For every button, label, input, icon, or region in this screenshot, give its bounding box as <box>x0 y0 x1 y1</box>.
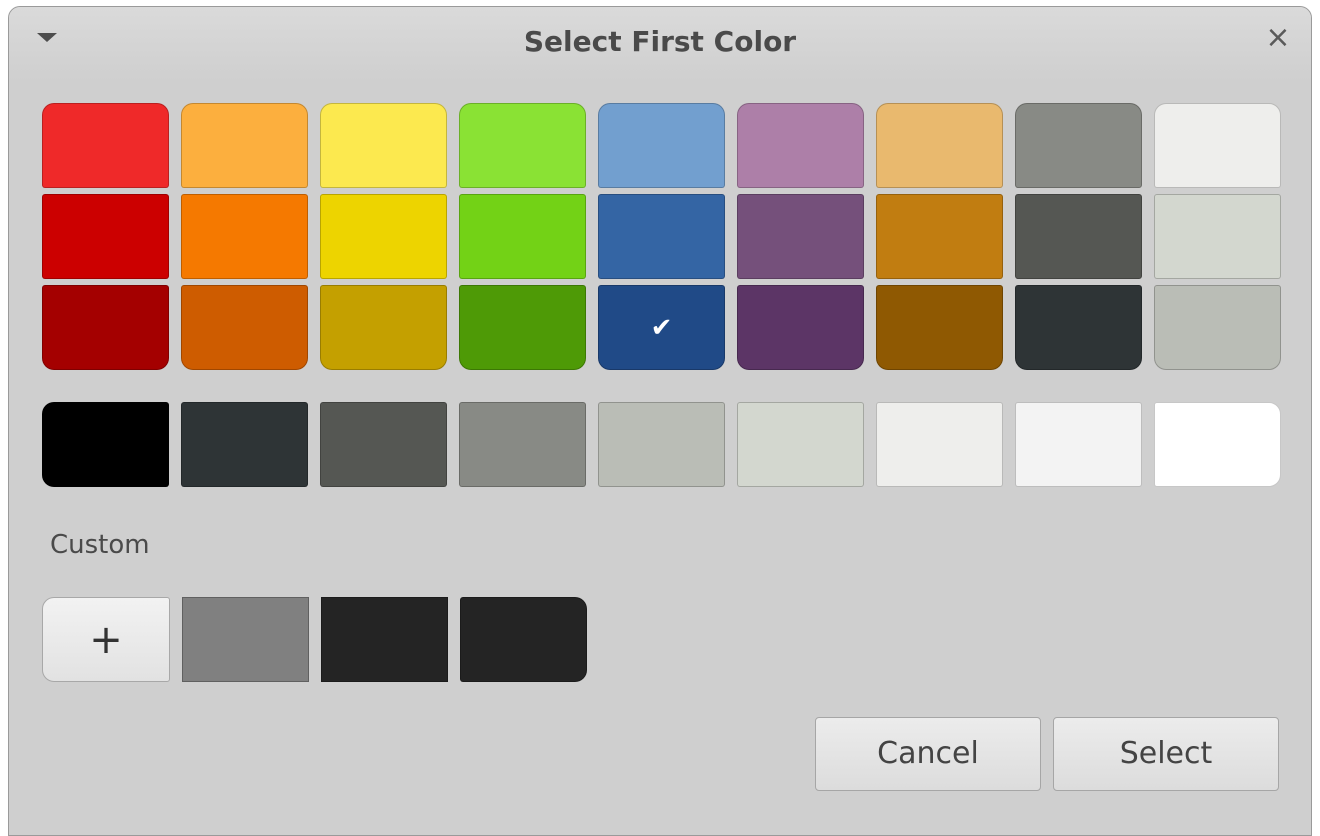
grayscale-palette <box>42 402 1281 487</box>
color-swatch[interactable] <box>459 103 586 188</box>
dialog-title: Select First Color <box>523 25 797 58</box>
color-swatch[interactable] <box>1015 285 1142 370</box>
selected-check-icon: ✔ <box>650 312 673 343</box>
gray-swatch[interactable] <box>1015 402 1142 487</box>
color-swatch[interactable] <box>459 285 586 370</box>
gray-swatch[interactable] <box>459 402 586 487</box>
add-custom-color-button[interactable]: + <box>42 597 170 682</box>
color-swatch[interactable] <box>1015 194 1142 279</box>
palette-grid: ✔ <box>42 103 1281 370</box>
gray-swatch[interactable] <box>598 402 725 487</box>
color-swatch[interactable] <box>598 103 725 188</box>
gray-swatch[interactable] <box>876 402 1003 487</box>
select-button[interactable]: Select <box>1053 717 1279 791</box>
color-swatch[interactable] <box>876 285 1003 370</box>
gray-swatch[interactable] <box>42 402 169 487</box>
color-swatch[interactable] <box>181 103 308 188</box>
color-swatch[interactable] <box>459 194 586 279</box>
color-swatch[interactable] <box>320 103 447 188</box>
color-swatch[interactable] <box>1154 285 1281 370</box>
color-swatch[interactable] <box>737 194 864 279</box>
color-swatch[interactable]: ✔ <box>598 285 725 370</box>
gray-swatch[interactable] <box>737 402 864 487</box>
color-swatch[interactable] <box>876 194 1003 279</box>
color-swatch[interactable] <box>1154 103 1281 188</box>
color-swatch[interactable] <box>876 103 1003 188</box>
color-palette: ✔ <box>42 103 1281 370</box>
color-swatch[interactable] <box>181 285 308 370</box>
gray-swatch[interactable] <box>181 402 308 487</box>
grayscale-grid <box>42 402 1281 487</box>
color-swatch[interactable] <box>737 103 864 188</box>
color-swatch[interactable] <box>1154 194 1281 279</box>
custom-color-swatch[interactable] <box>321 597 448 682</box>
custom-section-label: Custom <box>50 530 150 560</box>
color-swatch[interactable] <box>42 285 169 370</box>
color-swatch[interactable] <box>42 103 169 188</box>
color-chooser-dialog: Select First Color × ✔ Custom + Cancel S… <box>8 6 1312 836</box>
color-swatch[interactable] <box>320 194 447 279</box>
color-swatch[interactable] <box>1015 103 1142 188</box>
color-swatch[interactable] <box>42 194 169 279</box>
color-swatch[interactable] <box>320 285 447 370</box>
close-icon[interactable]: × <box>1261 21 1295 55</box>
color-swatch[interactable] <box>598 194 725 279</box>
custom-colors-row: + <box>42 597 587 682</box>
gray-swatch[interactable] <box>320 402 447 487</box>
cancel-button[interactable]: Cancel <box>815 717 1041 791</box>
color-swatch[interactable] <box>737 285 864 370</box>
custom-color-swatch[interactable] <box>182 597 309 682</box>
titlebar: Select First Color × <box>9 7 1311 81</box>
gray-swatch[interactable] <box>1154 402 1281 487</box>
color-swatch[interactable] <box>181 194 308 279</box>
custom-color-swatch[interactable] <box>460 597 587 682</box>
